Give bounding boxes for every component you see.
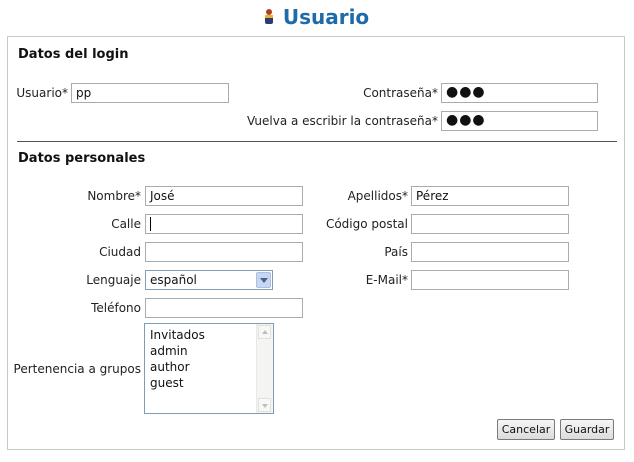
email-label: E-Mail* — [365, 273, 408, 287]
list-item[interactable]: Invitados — [150, 327, 205, 343]
page-title-text: Usuario — [282, 5, 370, 29]
email-field[interactable] — [411, 270, 569, 290]
codigo-postal-label: Código postal — [325, 217, 408, 231]
password-field[interactable]: ●●● — [441, 83, 598, 103]
list-item[interactable]: guest — [150, 375, 205, 391]
pais-field[interactable] — [411, 242, 569, 262]
user-icon — [264, 8, 273, 25]
ciudad-label: Ciudad — [99, 245, 141, 259]
pais-label: País — [384, 245, 408, 259]
lenguaje-selected-value: español — [150, 273, 197, 287]
list-item[interactable]: author — [150, 359, 205, 375]
personal-section-title: Datos personales — [18, 151, 146, 166]
password-label: Contraseña* — [363, 86, 438, 100]
nombre-label: Nombre* — [87, 189, 141, 203]
chevron-down-icon[interactable] — [256, 272, 271, 288]
codigo-postal-field[interactable] — [411, 214, 569, 234]
apellidos-label: Apellidos* — [347, 189, 408, 203]
save-button[interactable]: Guardar — [560, 419, 614, 440]
ciudad-field[interactable] — [145, 242, 303, 262]
password-repeat-label: Vuelva a escribir la contraseña* — [247, 114, 438, 128]
scroll-up-icon[interactable] — [258, 325, 271, 339]
listbox-scrollbar[interactable] — [256, 324, 273, 413]
scroll-down-icon[interactable] — [258, 398, 271, 412]
calle-label: Calle — [111, 217, 141, 231]
usuario-field[interactable]: pp — [71, 83, 229, 103]
nombre-field[interactable]: José — [145, 186, 303, 206]
section-divider — [17, 141, 617, 142]
user-form: Datos del login Usuario* pp Contraseña* … — [7, 36, 625, 450]
login-section-title: Datos del login — [18, 47, 129, 62]
password-repeat-field[interactable]: ●●● — [441, 111, 598, 131]
telefono-label: Teléfono — [91, 301, 141, 315]
lenguaje-label: Lenguaje — [86, 273, 141, 287]
page-title: Usuario — [0, 4, 634, 30]
list-item[interactable]: admin — [150, 343, 205, 359]
apellidos-field[interactable]: Pérez — [411, 186, 569, 206]
text-caret — [150, 216, 151, 231]
cancel-button[interactable]: Cancelar — [497, 419, 555, 440]
telefono-field[interactable] — [145, 298, 303, 318]
grupos-label: Pertenencia a grupos — [13, 362, 141, 376]
grupos-listbox[interactable]: Invitados admin author guest — [144, 323, 274, 414]
calle-field[interactable] — [145, 214, 303, 234]
lenguaje-select[interactable]: español — [145, 270, 273, 290]
usuario-label: Usuario* — [16, 86, 68, 100]
